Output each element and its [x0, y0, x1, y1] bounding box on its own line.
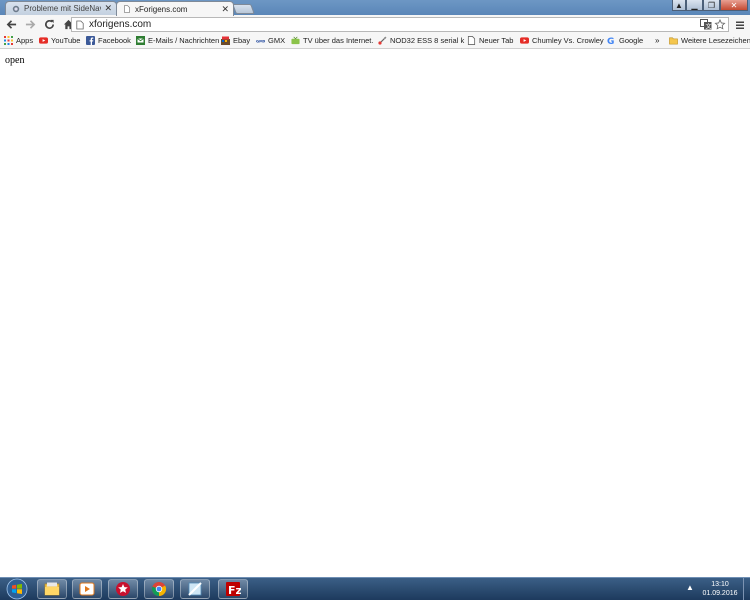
bookmark-label: Weitere Lesezeichen: [681, 36, 750, 45]
bookmark-label: GMX: [268, 36, 286, 45]
close-window-button[interactable]: ✕: [720, 0, 748, 11]
back-arrow-icon: [6, 20, 16, 29]
bookmark-nod32[interactable]: NOD32 ESS 8 serial k: [378, 36, 464, 45]
bookmark-star-icon[interactable]: [714, 19, 726, 30]
taskbar-media-player[interactable]: [72, 579, 102, 599]
bookmark-ebay[interactable]: Ebay: [221, 36, 250, 45]
page-content: open: [0, 49, 750, 577]
svg-text:G: G: [607, 37, 614, 45]
bookmark-label: Neuer Tab: [479, 36, 514, 45]
forward-arrow-icon: [25, 20, 35, 29]
chevron-double-icon: »: [655, 36, 660, 45]
bookmark-tv[interactable]: TV über das Internet.: [291, 36, 373, 45]
bookmarks-overflow-button[interactable]: »: [655, 36, 659, 45]
system-clock[interactable]: 13:10 01.09.2016: [698, 580, 742, 598]
youtube-icon: [520, 37, 529, 44]
taskbar: Fz ▲ 13:10 01.09.2016: [0, 577, 750, 600]
tab-close-icon[interactable]: ✕: [221, 4, 229, 14]
svg-text:Fz: Fz: [228, 584, 241, 597]
chrome-icon: [151, 582, 167, 597]
bookmark-apps[interactable]: Apps: [4, 36, 33, 45]
omnibox-actions: 文: [700, 19, 726, 30]
clock-date: 01.09.2016: [702, 590, 738, 597]
taskbar-filezilla[interactable]: Fz: [218, 579, 248, 599]
title-bar: Probleme mit SideNav ✕ xForigens.com ✕ ▲…: [0, 0, 750, 16]
clock-time: 13:10: [711, 581, 729, 588]
bookmark-label: Ebay: [233, 36, 251, 45]
bookmark-facebook[interactable]: Facebook: [86, 36, 131, 45]
tab-title: Probleme mit SideNav: [24, 4, 102, 13]
reload-button[interactable]: [41, 17, 57, 33]
page-favicon-icon: [124, 5, 130, 13]
translate-icon[interactable]: 文: [700, 19, 712, 30]
page-text: open: [5, 55, 25, 66]
reload-icon: [44, 19, 54, 29]
taskbar-chrome[interactable]: [144, 579, 174, 599]
window-app-icon: [188, 582, 202, 596]
maximize-button[interactable]: ❐: [703, 0, 720, 11]
new-tab-button[interactable]: [232, 4, 255, 14]
bookmark-label: Google: [619, 36, 644, 45]
nod32-icon: [378, 36, 387, 45]
back-button[interactable]: [3, 17, 19, 33]
ebay-icon: [221, 36, 230, 45]
minimize-button[interactable]: ▁: [686, 0, 703, 11]
url-text: xforigens.com: [89, 19, 152, 30]
apps-grid-icon: [4, 36, 13, 45]
media-player-icon: [79, 582, 95, 596]
bookmark-label: E-Mails / Nachrichten: [148, 36, 220, 45]
pokerstars-icon: [116, 582, 130, 596]
window-controls: ▲ ▁ ❐ ✕: [672, 0, 748, 11]
facebook-icon: [86, 36, 95, 45]
gmx-icon: GMX: [256, 39, 265, 43]
bookmark-label: NOD32 ESS 8 serial k: [390, 36, 465, 45]
page-icon: [76, 20, 84, 29]
folder-icon: [669, 37, 678, 45]
tab-close-icon[interactable]: ✕: [104, 4, 112, 13]
bookmark-neuer-tab[interactable]: Neuer Tab: [467, 36, 513, 45]
tab-xforigens[interactable]: xForigens.com ✕: [116, 1, 234, 16]
tray-expand-icon[interactable]: ▲: [686, 583, 694, 592]
bookmark-weitere-lesezeichen[interactable]: Weitere Lesezeichen: [669, 36, 750, 45]
bookmark-youtube[interactable]: YouTube: [39, 36, 80, 45]
taskbar-file-explorer[interactable]: [37, 579, 67, 599]
bookmark-gmx[interactable]: GMX GMX: [256, 36, 285, 45]
show-desktop-button[interactable]: [743, 578, 750, 600]
bookmark-google[interactable]: G Google: [607, 36, 643, 45]
google-icon: G: [607, 37, 614, 45]
address-bar[interactable]: xforigens.com 文: [71, 17, 729, 32]
youtube-icon: [39, 37, 48, 44]
file-explorer-icon: [44, 582, 60, 596]
bookmarks-bar: Apps YouTube Facebook E-Mails / Nachrich…: [0, 34, 750, 49]
hamburger-menu-icon: [736, 21, 744, 29]
windows-logo-icon: [6, 578, 28, 600]
svg-text:GMX: GMX: [256, 39, 265, 43]
tab-title: xForigens.com: [135, 4, 188, 14]
profile-icon[interactable]: ▲: [672, 0, 686, 11]
bookmark-emails[interactable]: E-Mails / Nachrichten: [136, 36, 219, 45]
filezilla-icon: Fz: [226, 582, 241, 597]
bookmark-label: Facebook: [98, 36, 131, 45]
bookmark-label: TV über das Internet.: [303, 36, 374, 45]
chrome-menu-button[interactable]: [734, 18, 746, 30]
bookmark-label: YouTube: [51, 36, 81, 45]
svg-text:文: 文: [706, 23, 712, 31]
bookmark-label: Apps: [16, 36, 34, 45]
tab-probleme-mit-sidenav[interactable]: Probleme mit SideNav ✕: [5, 1, 117, 15]
email-icon: [136, 36, 145, 45]
forum-favicon-icon: [12, 5, 20, 12]
start-button[interactable]: [3, 578, 31, 600]
page-icon: [467, 36, 476, 45]
bookmark-chumley[interactable]: Chumley Vs. Crowley: [520, 36, 604, 45]
bookmark-label: Chumley Vs. Crowley: [532, 36, 604, 45]
forward-button[interactable]: [22, 17, 38, 33]
taskbar-pokerstars[interactable]: [108, 579, 138, 599]
browser-toolbar: xforigens.com 文: [0, 15, 750, 34]
taskbar-window-app[interactable]: [180, 579, 210, 599]
tv-icon: [291, 36, 300, 45]
